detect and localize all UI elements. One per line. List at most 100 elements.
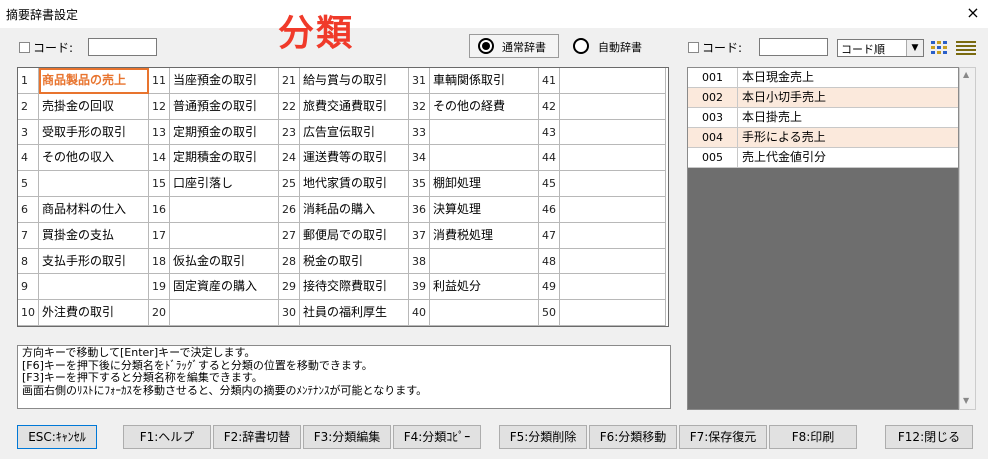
radio-normal-dict-label[interactable]: 通常辞書 bbox=[502, 39, 546, 55]
radio-auto-dict-label[interactable]: 自動辞書 bbox=[598, 39, 642, 55]
category-cell[interactable]: 定期積金の取引 bbox=[170, 145, 279, 172]
category-cell[interactable]: その他の収入 bbox=[39, 145, 149, 172]
category-number: 35 bbox=[409, 171, 430, 197]
category-cell[interactable] bbox=[560, 222, 666, 249]
move-category-button[interactable]: F6:分類移動 bbox=[589, 425, 677, 449]
sort-order-select[interactable]: コード順 ▼ bbox=[837, 39, 924, 57]
copy-category-button[interactable]: F4:分類ｺﾋﾟｰ bbox=[393, 425, 481, 449]
summary-code: 003 bbox=[688, 108, 738, 127]
list-item[interactable]: 001 本日現金売上 bbox=[688, 68, 958, 88]
category-cell[interactable]: 外注費の取引 bbox=[39, 300, 149, 326]
category-cell[interactable]: 決算処理 bbox=[430, 197, 539, 223]
save-restore-button[interactable]: F7:保存復元 bbox=[679, 425, 767, 449]
category-cell[interactable]: 広告宣伝取引 bbox=[300, 119, 409, 146]
category-cell[interactable]: 売掛金の回収 bbox=[39, 93, 149, 120]
right-code-filter-checkbox[interactable] bbox=[688, 42, 699, 53]
title-bar bbox=[0, 0, 988, 28]
list-item[interactable]: 002 本日小切手売上 bbox=[688, 88, 958, 108]
category-cell[interactable] bbox=[430, 119, 539, 146]
delete-category-button[interactable]: F5:分類削除 bbox=[499, 425, 587, 449]
edit-category-button[interactable]: F3:分類編集 bbox=[303, 425, 391, 449]
category-number: 41 bbox=[539, 68, 560, 94]
category-cell[interactable]: その他の経費 bbox=[430, 93, 539, 120]
category-cell[interactable]: 利益処分 bbox=[430, 274, 539, 301]
category-cell[interactable] bbox=[430, 145, 539, 172]
category-cell[interactable] bbox=[560, 145, 666, 172]
scroll-down-icon[interactable]: ▼ bbox=[963, 396, 969, 405]
category-number: 8 bbox=[18, 248, 39, 275]
radio-auto-dict[interactable] bbox=[573, 38, 589, 54]
list-item[interactable]: 004 手形による売上 bbox=[688, 128, 958, 148]
category-cell[interactable]: 運送費等の取引 bbox=[300, 145, 409, 172]
category-cell[interactable]: 商品材料の仕入 bbox=[39, 197, 149, 223]
close-button[interactable]: F12:閉じる bbox=[885, 425, 973, 449]
category-number: 27 bbox=[279, 222, 300, 249]
category-cell[interactable] bbox=[560, 274, 666, 301]
code-filter-label: コード: bbox=[33, 41, 74, 55]
right-code-filter-input[interactable] bbox=[759, 38, 828, 56]
category-cell[interactable] bbox=[560, 93, 666, 120]
category-cell[interactable]: 口座引落し bbox=[170, 171, 279, 197]
category-number: 2 bbox=[18, 93, 39, 120]
category-cell[interactable]: 給与賞与の取引 bbox=[300, 68, 409, 94]
category-cell[interactable]: 消耗品の購入 bbox=[300, 197, 409, 223]
category-cell[interactable]: 当座預金の取引 bbox=[170, 68, 279, 94]
switch-dict-button[interactable]: F2:辞書切替 bbox=[213, 425, 301, 449]
help-line: 方向キーで移動して[Enter]キーで決定します。 bbox=[22, 346, 256, 359]
cancel-button[interactable]: ESC:ｷｬﾝｾﾙ bbox=[17, 425, 97, 449]
scroll-up-icon[interactable]: ▲ bbox=[963, 70, 969, 79]
radio-normal-dict[interactable] bbox=[478, 38, 494, 54]
category-cell[interactable]: 商品製品の売上 bbox=[39, 68, 149, 94]
category-cell[interactable]: 郵便局での取引 bbox=[300, 222, 409, 249]
category-cell[interactable] bbox=[560, 248, 666, 275]
category-cell[interactable]: 棚卸処理 bbox=[430, 171, 539, 197]
grid-view-icon[interactable] bbox=[930, 39, 952, 57]
category-cell[interactable]: 定期預金の取引 bbox=[170, 119, 279, 146]
help-line: [F3]キーを押下すると分類名称を編集できます。 bbox=[22, 371, 263, 384]
category-cell[interactable] bbox=[560, 171, 666, 197]
category-cell[interactable]: 仮払金の取引 bbox=[170, 248, 279, 275]
close-icon[interactable]: × bbox=[963, 2, 983, 24]
category-cell[interactable] bbox=[560, 300, 666, 326]
category-cell[interactable] bbox=[430, 248, 539, 275]
category-cell[interactable]: 地代家賃の取引 bbox=[300, 171, 409, 197]
category-cell[interactable]: 消費税処理 bbox=[430, 222, 539, 249]
list-view-icon[interactable] bbox=[955, 39, 977, 57]
category-cell[interactable] bbox=[170, 222, 279, 249]
category-cell[interactable]: 普通預金の取引 bbox=[170, 93, 279, 120]
list-item[interactable]: 005 売上代金値引分 bbox=[688, 148, 958, 168]
summary-text: 手形による売上 bbox=[742, 130, 826, 144]
print-button[interactable]: F8:印刷 bbox=[769, 425, 857, 449]
category-number: 22 bbox=[279, 93, 300, 120]
chevron-down-icon[interactable]: ▼ bbox=[906, 40, 923, 56]
category-number: 6 bbox=[18, 197, 39, 223]
category-cell[interactable] bbox=[430, 300, 539, 326]
category-cell[interactable]: 旅費交通費取引 bbox=[300, 93, 409, 120]
category-cell[interactable] bbox=[39, 274, 149, 301]
category-cell[interactable] bbox=[170, 300, 279, 326]
category-cell[interactable]: 社員の福利厚生 bbox=[300, 300, 409, 326]
category-cell[interactable] bbox=[560, 68, 666, 94]
help-button[interactable]: F1:ヘルプ bbox=[123, 425, 211, 449]
category-cell[interactable] bbox=[560, 119, 666, 146]
code-filter-input[interactable] bbox=[88, 38, 157, 56]
category-cell[interactable]: 車輌関係取引 bbox=[430, 68, 539, 94]
category-cell[interactable]: 接待交際費取引 bbox=[300, 274, 409, 301]
category-number: 42 bbox=[539, 93, 560, 120]
category-cell[interactable] bbox=[170, 197, 279, 223]
category-number: 44 bbox=[539, 145, 560, 172]
category-cell[interactable]: 買掛金の支払 bbox=[39, 222, 149, 249]
category-number: 40 bbox=[409, 300, 430, 326]
category-number: 47 bbox=[539, 222, 560, 249]
category-cell[interactable]: 受取手形の取引 bbox=[39, 119, 149, 146]
category-cell[interactable]: 固定資産の購入 bbox=[170, 274, 279, 301]
summary-list-scrollbar[interactable]: ▲ ▼ bbox=[959, 67, 976, 410]
category-cell[interactable] bbox=[560, 197, 666, 223]
category-cell[interactable] bbox=[39, 171, 149, 197]
category-number: 25 bbox=[279, 171, 300, 197]
category-cell[interactable]: 税金の取引 bbox=[300, 248, 409, 275]
code-filter-checkbox[interactable] bbox=[19, 42, 30, 53]
summary-code: 002 bbox=[688, 88, 738, 107]
category-cell[interactable]: 支払手形の取引 bbox=[39, 248, 149, 275]
list-item[interactable]: 003 本日掛売上 bbox=[688, 108, 958, 128]
